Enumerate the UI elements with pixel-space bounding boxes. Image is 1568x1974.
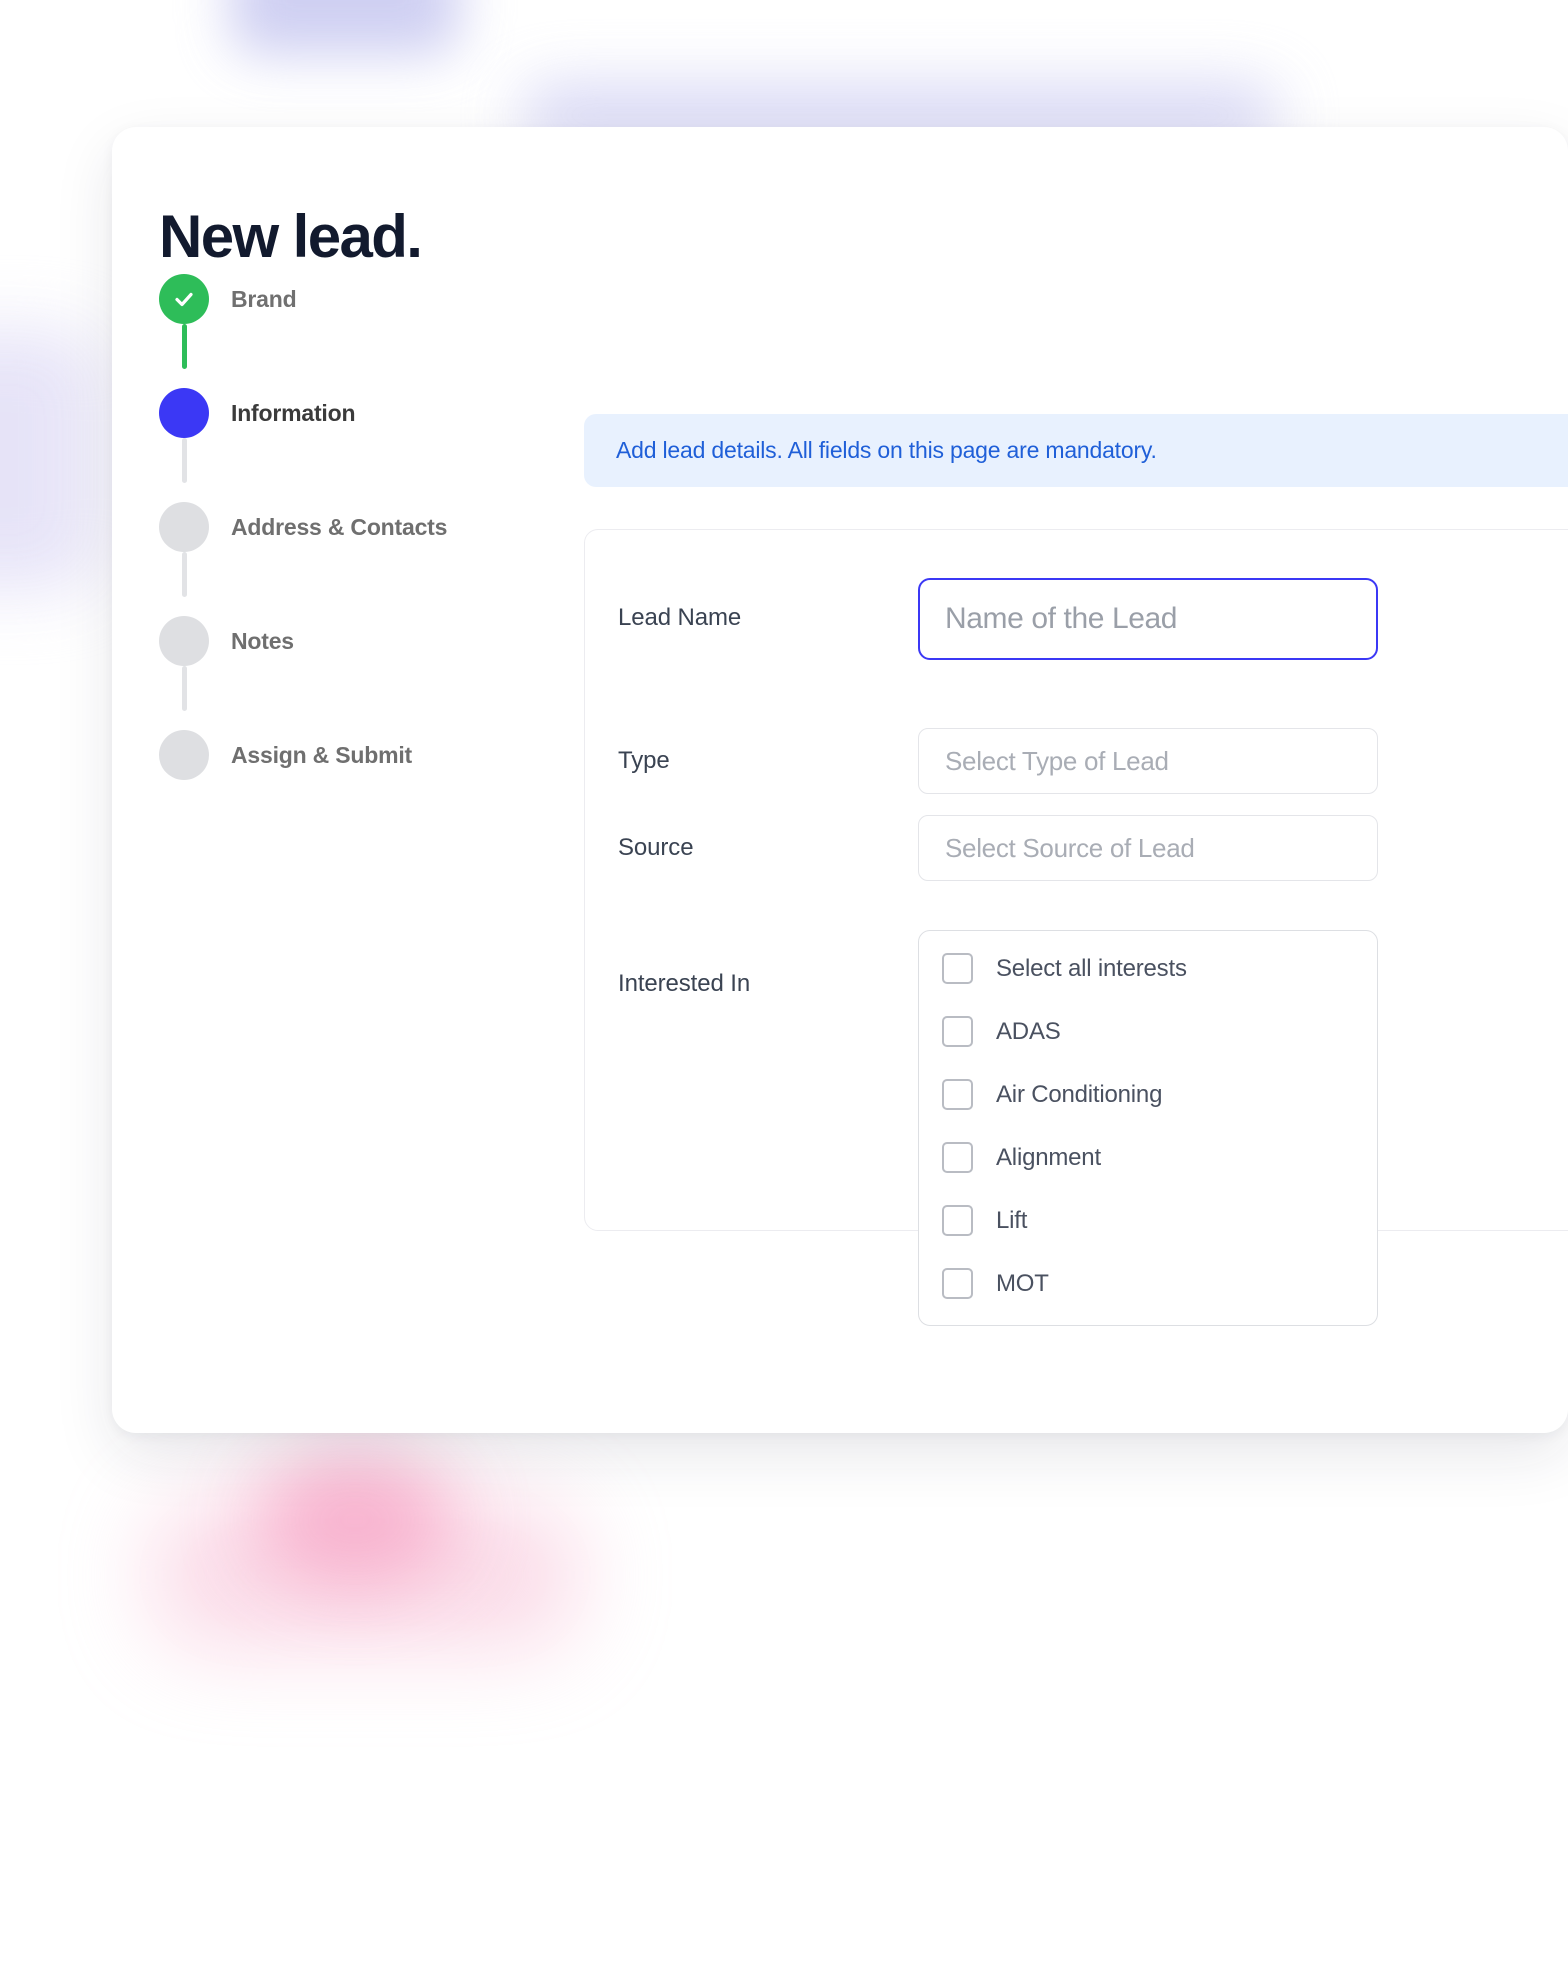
decorative-blob-lavender	[0, 330, 100, 590]
source-select[interactable]: Select Source of Lead	[918, 815, 1378, 881]
new-lead-dialog: New lead. Brand Information Address & Co…	[112, 127, 1568, 1433]
checkbox-row-mot[interactable]: MOT	[919, 1252, 1377, 1315]
checkbox-icon[interactable]	[942, 953, 973, 984]
checkbox-row-adas[interactable]: ADAS	[919, 1000, 1377, 1063]
checkbox-icon[interactable]	[942, 1205, 973, 1236]
stepper-item-label-notes: Notes	[231, 627, 294, 654]
stepper-item-label-brand: Brand	[231, 285, 297, 312]
decorative-blob-pink	[255, 1455, 455, 1585]
form-row-interested-in: Interested In Select all interests ADAS …	[618, 930, 1378, 1326]
step-status-dot-assign-submit	[159, 730, 209, 780]
stepper-item-information[interactable]: Information	[159, 388, 589, 438]
decorative-blob-violet-top	[230, 0, 460, 55]
interested-in-checkbox-list: Select all interests ADAS Air Conditioni…	[918, 930, 1378, 1326]
form-row-type: Type Select Type of Lead	[618, 728, 1378, 794]
checkbox-row-select-all[interactable]: Select all interests	[919, 937, 1377, 1000]
checkbox-icon[interactable]	[942, 1142, 973, 1173]
step-status-dot-notes	[159, 616, 209, 666]
wizard-stepper: Brand Information Address & Contacts Not…	[159, 274, 589, 780]
stepper-item-label-address-contacts: Address & Contacts	[231, 513, 448, 540]
checkbox-row-air-conditioning[interactable]: Air Conditioning	[919, 1063, 1377, 1126]
form-row-lead-name: Lead Name Name of the Lead	[618, 578, 1378, 660]
field-label-type: Type	[618, 747, 670, 774]
checkbox-row-alignment[interactable]: Alignment	[919, 1126, 1377, 1189]
lead-name-input-placeholder: Name of the Lead	[945, 602, 1178, 635]
checkbox-label-alignment: Alignment	[996, 1143, 1101, 1171]
type-select[interactable]: Select Type of Lead	[918, 728, 1378, 794]
step-status-dot-address-contacts	[159, 502, 209, 552]
checkbox-label-lift: Lift	[996, 1206, 1028, 1234]
info-banner: Add lead details. All fields on this pag…	[584, 414, 1568, 487]
stepper-connector-1	[182, 324, 187, 369]
stepper-connector-3	[182, 552, 187, 597]
checkbox-label-adas: ADAS	[996, 1017, 1061, 1045]
form-row-source: Source Select Source of Lead	[618, 815, 1378, 881]
checkbox-icon[interactable]	[942, 1016, 973, 1047]
wizard-content-pane: Add lead details. All fields on this pag…	[584, 274, 1568, 1433]
page-title: New lead.	[159, 203, 423, 271]
info-banner-text: Add lead details. All fields on this pag…	[616, 437, 1157, 463]
checkbox-label-select-all: Select all interests	[996, 954, 1187, 982]
field-label-lead-name: Lead Name	[618, 604, 742, 631]
checkbox-icon[interactable]	[942, 1079, 973, 1110]
check-icon	[172, 287, 196, 311]
stepper-item-assign-submit[interactable]: Assign & Submit	[159, 730, 589, 780]
checkbox-icon[interactable]	[942, 1268, 973, 1299]
step-status-dot-information	[159, 388, 209, 438]
lead-information-form: Lead Name Name of the Lead Type Select T…	[584, 529, 1568, 1326]
stepper-item-notes[interactable]: Notes	[159, 616, 589, 666]
stepper-connector-2	[182, 438, 187, 483]
stepper-connector-4	[182, 666, 187, 711]
source-select-placeholder: Select Source of Lead	[945, 832, 1195, 863]
field-label-source: Source	[618, 834, 694, 861]
type-select-placeholder: Select Type of Lead	[945, 745, 1169, 776]
checkbox-row-lift[interactable]: Lift	[919, 1189, 1377, 1252]
stepper-item-label-information: Information	[231, 399, 356, 426]
stepper-item-label-assign-submit: Assign & Submit	[231, 741, 413, 768]
field-label-interested-in: Interested In	[618, 970, 751, 997]
stepper-item-address-contacts[interactable]: Address & Contacts	[159, 502, 589, 552]
lead-name-input[interactable]: Name of the Lead	[918, 578, 1378, 660]
checkbox-label-mot: MOT	[996, 1269, 1049, 1297]
stepper-item-brand[interactable]: Brand	[159, 274, 589, 324]
step-status-dot-brand	[159, 274, 209, 324]
checkbox-label-air-conditioning: Air Conditioning	[996, 1080, 1163, 1108]
